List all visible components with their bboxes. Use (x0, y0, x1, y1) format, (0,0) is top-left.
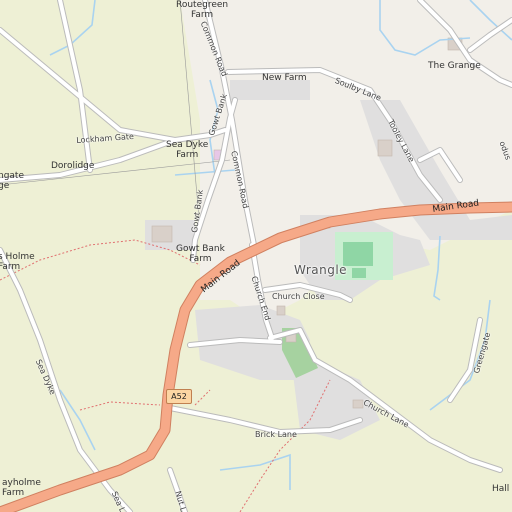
hall-label: Hall (492, 484, 510, 494)
routegreen-farm-label: Routegreen Farm (176, 0, 229, 20)
a52-shield: A52 (166, 389, 192, 404)
brick-lane-label: Brick Lane (255, 430, 297, 439)
ngate-label: ngate ge (0, 171, 24, 191)
holme-farm-label: s Holme Farm (0, 252, 35, 272)
sea-dyke-farm-label: Sea Dyke Farm (166, 140, 209, 160)
village-label: Wrangle (294, 263, 348, 277)
church-close-label: Church Close (272, 292, 325, 301)
ayholme-farm-label: ayholme Farm (2, 478, 41, 498)
gowt-bank-farm-label: Gowt Bank Farm (176, 244, 225, 264)
new-farm-label: New Farm (262, 73, 307, 83)
map-canvas[interactable]: Wrangle A52 Main Road Main Road Common R… (0, 0, 512, 512)
the-grange-label: The Grange (428, 61, 481, 71)
dorolidge-label: Dorolidge (51, 161, 95, 171)
